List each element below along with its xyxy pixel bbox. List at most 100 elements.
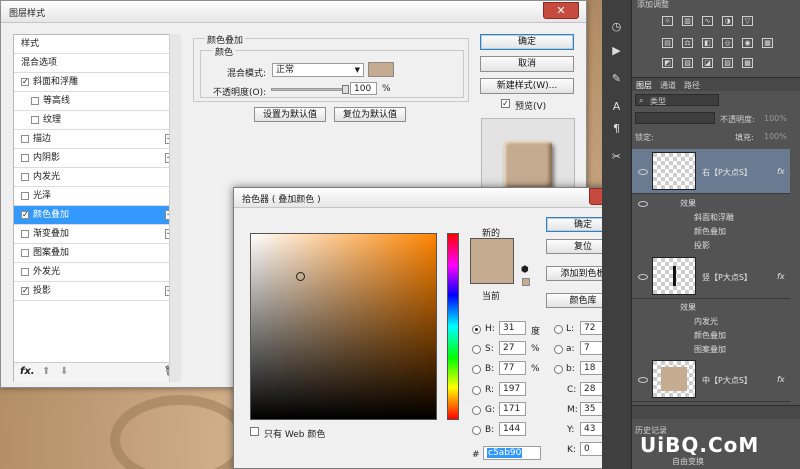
eye-icon[interactable] — [638, 169, 648, 175]
ps-opacity-value[interactable]: 100% — [764, 114, 787, 123]
hue-slider-arrow-right[interactable] — [461, 398, 467, 407]
style-item[interactable]: 样式 — [14, 35, 180, 54]
posterize-icon[interactable]: ▧ — [682, 58, 693, 68]
bw-icon[interactable]: ◧ — [702, 38, 713, 48]
actions-icon[interactable]: ▶ — [610, 44, 623, 57]
g-input[interactable]: 171 — [499, 402, 526, 416]
s-input[interactable]: 27 — [499, 341, 526, 355]
style-checkbox[interactable]: ✓ — [21, 287, 29, 295]
radio-s[interactable] — [472, 345, 481, 354]
bb-input[interactable]: 144 — [499, 422, 526, 436]
hue-slider[interactable] — [447, 233, 459, 420]
layer-name[interactable]: 竖【P大点S】 — [702, 272, 752, 283]
fx-icon[interactable]: fx — [777, 272, 785, 281]
style-item[interactable]: 混合选项 — [14, 54, 180, 73]
current-color-swatch[interactable] — [470, 283, 514, 284]
threshold-icon[interactable]: ◪ — [702, 58, 713, 68]
tab-channels[interactable]: 通道 — [660, 80, 676, 91]
b-input[interactable]: 77 — [499, 361, 526, 375]
style-item[interactable]: ✓ 斜面和浮雕 — [14, 73, 180, 92]
style-item[interactable]: 描边+ — [14, 130, 180, 149]
paragraph-icon[interactable]: ¶ — [610, 122, 623, 135]
style-checkbox[interactable] — [21, 135, 29, 143]
web-only-checkbox[interactable] — [250, 427, 259, 436]
history-icon[interactable]: ◷ — [610, 20, 623, 33]
radio-a[interactable] — [554, 345, 563, 354]
brightness-icon[interactable]: ☼ — [662, 16, 673, 26]
overlay-color-swatch[interactable] — [368, 62, 394, 77]
fx-icon[interactable]: fx — [777, 375, 785, 384]
layer-row[interactable]: 中【P大点S】 fx — [632, 357, 790, 402]
tab-layers[interactable]: 图层 — [636, 80, 652, 91]
close-icon[interactable]: ✕ — [543, 2, 579, 19]
style-checkbox[interactable] — [21, 154, 29, 162]
exposure-icon[interactable]: ◑ — [722, 16, 733, 26]
style-checkbox[interactable] — [21, 268, 29, 276]
vibrance-icon[interactable]: ▽ — [742, 16, 753, 26]
levels-icon[interactable]: ▥ — [682, 16, 693, 26]
curves-icon[interactable]: ∿ — [702, 16, 713, 26]
style-checkbox[interactable] — [21, 249, 29, 257]
radio-l[interactable] — [554, 325, 563, 334]
blend-mode-select[interactable]: 正常 ▼ — [272, 63, 364, 77]
hex-input[interactable]: c5ab90 — [483, 446, 541, 460]
style-checkbox[interactable] — [21, 173, 29, 181]
style-item[interactable]: 纹理 — [14, 111, 180, 130]
hue-slider-arrow-left[interactable] — [439, 398, 445, 407]
invert-icon[interactable]: ◩ — [662, 58, 673, 68]
style-list-scrollbar[interactable] — [169, 34, 181, 382]
tab-paths[interactable]: 路径 — [684, 80, 700, 91]
layer-name[interactable]: 右【P大点S】 — [702, 167, 752, 178]
radio-r[interactable] — [472, 386, 481, 395]
eye-icon[interactable] — [638, 377, 648, 383]
cancel-button[interactable]: 取消 — [480, 56, 574, 72]
photo-filter-icon[interactable]: ◎ — [722, 38, 733, 48]
radio-h[interactable] — [472, 325, 481, 334]
style-item[interactable]: ✓颜色叠加+ — [14, 206, 180, 225]
tools-icon[interactable]: ✂ — [610, 150, 623, 163]
layer-row[interactable]: 右【P大点S】 fx — [632, 149, 790, 194]
saturation-brightness-field[interactable] — [250, 233, 437, 420]
radio-lb[interactable] — [554, 365, 563, 374]
opacity-slider-track[interactable] — [271, 85, 349, 94]
brush-icon[interactable]: ✎ — [610, 72, 623, 85]
radio-bb[interactable] — [472, 426, 481, 435]
fill-value[interactable]: 100% — [764, 132, 787, 141]
style-checkbox[interactable] — [21, 192, 29, 200]
h-input[interactable]: 31 — [499, 321, 526, 335]
eye-icon[interactable] — [638, 274, 648, 280]
gradient-map-icon[interactable]: ▩ — [742, 58, 753, 68]
history-item[interactable]: 自由变换 — [672, 456, 704, 467]
kind-filter[interactable]: ⌕ 类型 — [635, 94, 719, 106]
color-marker[interactable] — [295, 271, 305, 281]
style-checkbox[interactable]: ✓ — [21, 78, 29, 86]
reset-default-button[interactable]: 复位为默认值 — [334, 107, 406, 122]
opacity-input[interactable]: 100 — [350, 82, 377, 95]
eye-icon[interactable] — [638, 201, 648, 207]
set-default-button[interactable]: 设置为默认值 — [254, 107, 326, 122]
preview-checkbox[interactable]: ✓ — [501, 99, 510, 108]
new-style-button[interactable]: 新建样式(W)... — [480, 78, 574, 94]
style-item[interactable]: 渐变叠加+ — [14, 225, 180, 244]
arrow-down-icon[interactable]: ⬇ — [60, 366, 68, 377]
channel-mixer-icon[interactable]: ◉ — [742, 38, 753, 48]
fx-icon[interactable]: fx. — [20, 366, 35, 377]
style-item[interactable]: 内发光 — [14, 168, 180, 187]
blend-mode-dropdown[interactable] — [635, 112, 715, 124]
opacity-slider-thumb[interactable] — [342, 85, 349, 94]
style-checkbox[interactable]: ✓ — [21, 211, 29, 219]
style-item[interactable]: 内阴影+ — [14, 149, 180, 168]
style-item[interactable]: 光泽 — [14, 187, 180, 206]
r-input[interactable]: 197 — [499, 382, 526, 396]
ok-button[interactable]: 确定 — [480, 34, 574, 50]
style-item[interactable]: 等高线 — [14, 92, 180, 111]
style-checkbox[interactable] — [31, 97, 39, 105]
layer-name[interactable]: 中【P大点S】 — [702, 375, 752, 386]
style-item[interactable]: 图案叠加 — [14, 244, 180, 263]
arrow-up-icon[interactable]: ⬆ — [42, 366, 50, 377]
character-icon[interactable]: A — [610, 100, 623, 113]
radio-g[interactable] — [472, 406, 481, 415]
style-item[interactable]: ✓投影+ — [14, 282, 180, 301]
lookup-icon[interactable]: ▦ — [762, 38, 773, 48]
selective-color-icon[interactable]: ▨ — [722, 58, 733, 68]
